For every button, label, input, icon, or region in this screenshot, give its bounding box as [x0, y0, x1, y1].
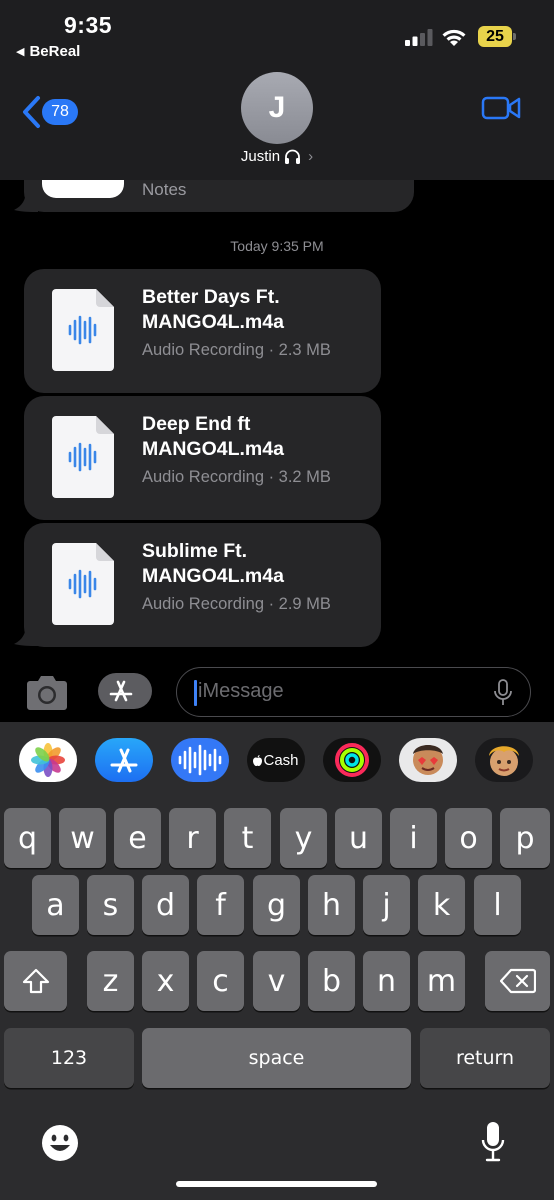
key-y[interactable]: y: [280, 808, 327, 868]
message-timestamp: Today 9:35 PM: [230, 238, 324, 254]
audio-file-icon: [52, 289, 114, 371]
battery-level: 25: [486, 28, 504, 45]
key-l[interactable]: l: [474, 875, 521, 935]
bubble-tail: [14, 624, 38, 646]
space-key[interactable]: space: [142, 1028, 411, 1088]
apple-logo-icon: [253, 754, 263, 766]
chevron-right-icon: ›: [308, 148, 314, 165]
dictation-mic-icon[interactable]: [493, 679, 513, 707]
unread-count-badge: 78: [42, 99, 78, 125]
delete-key[interactable]: [485, 951, 550, 1011]
notes-label: Notes: [142, 180, 187, 199]
app-store-app-icon[interactable]: [95, 738, 153, 782]
back-button[interactable]: 78: [20, 94, 80, 130]
key-t[interactable]: t: [224, 808, 271, 868]
contact-avatar[interactable]: J: [241, 72, 313, 144]
contact-name: Justin: [240, 148, 281, 165]
audio-attachment-bubble[interactable]: Better Days Ft. MANGO4L.m4a Audio Record…: [24, 269, 381, 393]
imessage-input[interactable]: iMessage: [176, 667, 531, 717]
audio-file-icon: [52, 543, 114, 625]
attachment-name: Deep End ft MANGO4L.m4a: [142, 413, 284, 460]
contact-name-button[interactable]: Justin ›: [0, 148, 554, 165]
chevron-left-icon: [23, 96, 40, 128]
key-o[interactable]: o: [445, 808, 492, 868]
backspace-icon: [499, 968, 536, 994]
conversation-header: 9:35 ◀ BeReal 25 78 J Justin ›: [0, 0, 554, 180]
bubble-tail: [14, 190, 38, 212]
return-key[interactable]: return: [420, 1028, 550, 1088]
key-f[interactable]: f: [197, 875, 244, 935]
battery-indicator: 25: [478, 26, 516, 47]
key-c[interactable]: c: [197, 951, 244, 1011]
attachment-meta: Audio Recording · 2.9 MB: [142, 595, 331, 613]
key-k[interactable]: k: [418, 875, 465, 935]
camera-icon[interactable]: [24, 675, 70, 711]
status-time: 9:35: [64, 12, 113, 38]
key-g[interactable]: g: [253, 875, 300, 935]
apps-button[interactable]: [98, 673, 152, 709]
key-p[interactable]: p: [500, 808, 550, 868]
attachment-meta: Audio Recording · 2.3 MB: [142, 341, 331, 359]
key-h[interactable]: h: [308, 875, 355, 935]
apple-cash-label: Cash: [263, 751, 299, 769]
emoji-icon[interactable]: [40, 1123, 80, 1163]
key-d[interactable]: d: [142, 875, 189, 935]
wifi-icon: [442, 29, 466, 46]
key-m[interactable]: m: [418, 951, 465, 1011]
key-a[interactable]: a: [32, 875, 79, 935]
back-to-app-link[interactable]: ◀ BeReal: [16, 43, 80, 60]
key-x[interactable]: x: [142, 951, 189, 1011]
key-n[interactable]: n: [363, 951, 410, 1011]
key-j[interactable]: j: [363, 875, 410, 935]
app-store-icon: [109, 680, 133, 702]
back-triangle-icon: ◀: [16, 46, 25, 58]
battery-cap: [513, 33, 516, 40]
apple-cash-app-icon[interactable]: Cash: [247, 738, 305, 782]
memoji-app-icon[interactable]: [475, 738, 533, 782]
numbers-key[interactable]: 123: [4, 1028, 134, 1088]
memoji-stickers-app-icon[interactable]: [399, 738, 457, 782]
key-z[interactable]: z: [87, 951, 134, 1011]
photos-app-icon[interactable]: [19, 738, 77, 782]
input-placeholder: iMessage: [198, 680, 284, 702]
back-app-label: BeReal: [29, 43, 81, 60]
key-b[interactable]: b: [308, 951, 355, 1011]
text-caret: [194, 680, 197, 706]
shift-key[interactable]: [4, 951, 67, 1011]
key-v[interactable]: v: [253, 951, 300, 1011]
key-i[interactable]: i: [390, 808, 437, 868]
attachment-meta: Audio Recording · 3.2 MB: [142, 468, 331, 486]
activity-app-icon[interactable]: [323, 738, 381, 782]
audio-message-app-icon[interactable]: [171, 738, 229, 782]
audio-attachment-bubble[interactable]: Sublime Ft. MANGO4L.m4a Audio Recording …: [24, 523, 381, 647]
keyboard: Cash q w e r t y u i o p a s d f g h j k…: [0, 722, 554, 1200]
key-s[interactable]: s: [87, 875, 134, 935]
shift-icon: [22, 968, 49, 994]
key-u[interactable]: u: [335, 808, 382, 868]
facetime-video-icon[interactable]: [481, 95, 521, 121]
attachment-name: Sublime Ft. MANGO4L.m4a: [142, 540, 284, 587]
key-q[interactable]: q: [4, 808, 51, 868]
audio-attachment-bubble[interactable]: Deep End ft MANGO4L.m4a Audio Recording …: [24, 396, 381, 520]
cellular-signal-icon: [405, 29, 433, 46]
attachment-name: Better Days Ft. MANGO4L.m4a: [142, 286, 284, 333]
audio-file-icon: [52, 416, 114, 498]
home-indicator[interactable]: [176, 1181, 377, 1187]
key-w[interactable]: w: [59, 808, 106, 868]
key-e[interactable]: e: [114, 808, 161, 868]
dictation-mic-icon[interactable]: [480, 1120, 506, 1164]
headphones-icon: [285, 149, 301, 164]
key-r[interactable]: r: [169, 808, 216, 868]
